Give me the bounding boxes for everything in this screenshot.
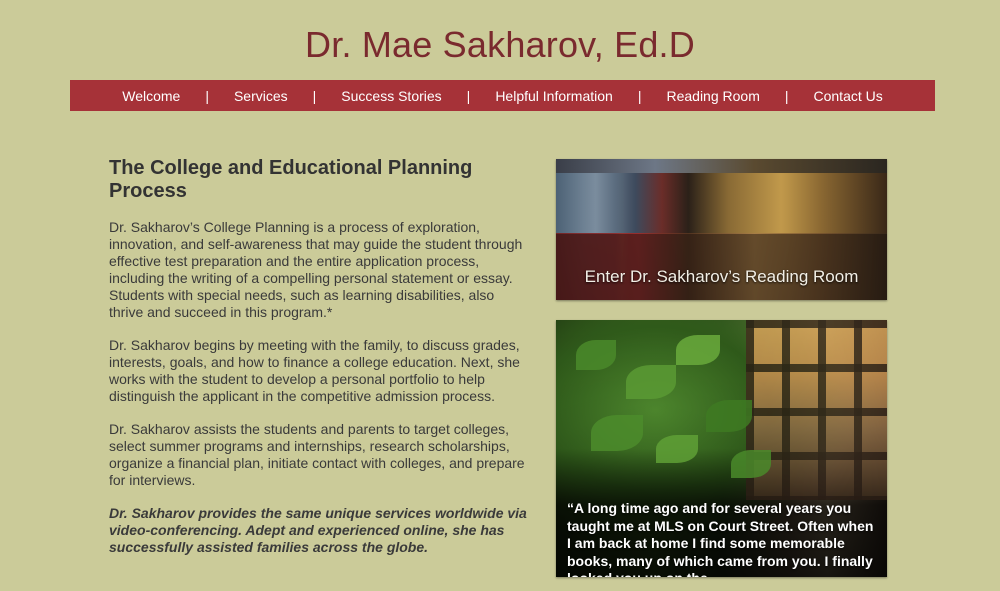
services-paragraph: Dr. Sakharov assists the students and pa…	[109, 421, 525, 488]
reading-room-caption: Enter Dr. Sakharov’s Reading Room	[584, 267, 859, 286]
nav-item-helpful-information[interactable]: Helpful Information	[495, 88, 613, 104]
garden-leaf	[706, 400, 752, 432]
books-image-top	[556, 159, 887, 173]
nav-separator: |	[205, 87, 209, 104]
garden-leaf	[676, 335, 720, 365]
nav-item-contact-us[interactable]: Contact Us	[814, 88, 883, 104]
testimonial-quote: “A long time ago and for several years y…	[567, 500, 874, 577]
nav-separator: |	[312, 87, 317, 104]
family-meeting-paragraph: Dr. Sakharov begins by meeting with the …	[109, 337, 520, 404]
nav-item-welcome[interactable]: Welcome	[122, 88, 180, 104]
nav-item-reading-room[interactable]: Reading Room	[666, 88, 759, 104]
nav-separator: |	[784, 87, 789, 104]
nav-item-services[interactable]: Services	[234, 88, 288, 104]
testimonial-card: “A long time ago and for several years y…	[556, 320, 887, 577]
garden-leaf	[591, 415, 643, 451]
garden-leaf	[731, 450, 771, 478]
main-nav: Welcome | Services | Success Stories | H…	[70, 80, 935, 111]
intro-paragraph: Dr. Sakharov’s College Planning is a pro…	[109, 219, 523, 320]
site-title: Dr. Mae Sakharov, Ed.D	[305, 24, 695, 65]
nav-separator: |	[466, 87, 471, 104]
reading-room-banner[interactable]: Enter Dr. Sakharov’s Reading Room	[556, 159, 887, 300]
garden-leaf	[576, 340, 616, 370]
worldwide-services-paragraph: Dr. Sakharov provides the same unique se…	[109, 505, 527, 555]
nav-separator: |	[637, 87, 642, 104]
main-content: The College and Educational Planning Pro…	[109, 157, 527, 572]
garden-lattice-image	[746, 320, 887, 500]
garden-leaf	[656, 435, 698, 463]
garden-leaf	[626, 365, 676, 399]
page-heading: The College and Educational Planning Pro…	[109, 157, 473, 202]
nav-item-success-stories[interactable]: Success Stories	[341, 88, 441, 104]
books-image-spines	[556, 173, 887, 233]
